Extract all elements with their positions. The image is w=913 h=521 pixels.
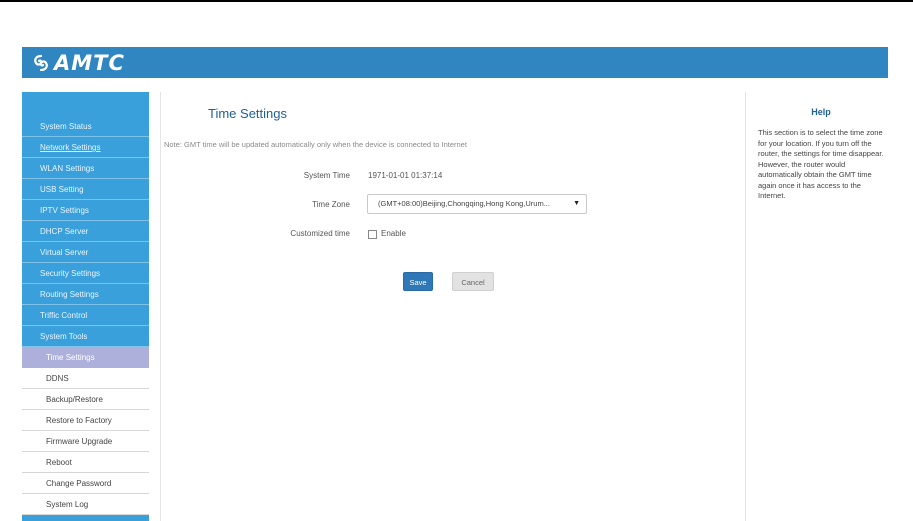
sidebar-item-label: Security Settings: [40, 269, 101, 278]
help-title: Help: [811, 107, 831, 117]
sidebar-subitem-label: Change Password: [46, 479, 112, 488]
dropdown-arrow-icon: ▼: [573, 200, 580, 207]
sidebar-nav: System Status Network Settings WLAN Sett…: [22, 92, 149, 521]
sidebar-item-label: USB Setting: [40, 185, 84, 194]
sidebar-subitem-system-log[interactable]: System Log: [22, 494, 149, 515]
sidebar-item-usb-setting[interactable]: USB Setting: [22, 180, 149, 200]
time-zone-label: Time Zone: [312, 200, 350, 209]
sidebar-subitem-reboot[interactable]: Reboot: [22, 452, 149, 473]
sidebar-item-system-tools[interactable]: System Tools: [22, 327, 149, 347]
sidebar-item-traffic-control[interactable]: Triffic Control: [22, 306, 149, 326]
sidebar-item-label: System Status: [40, 122, 92, 131]
sidebar-item-label: Virtual Server: [40, 248, 89, 257]
main-panel: Time Settings Note: GMT time will be upd…: [160, 92, 746, 521]
sidebar-item-label: Triffic Control: [40, 311, 88, 320]
sidebar-item-iptv-settings[interactable]: IPTV Settings: [22, 201, 149, 221]
logo: AMTC: [32, 50, 125, 75]
sidebar-item-label: System Tools: [40, 332, 88, 341]
help-panel: Help This section is to select the time …: [754, 92, 888, 521]
sidebar-item-wlan-settings[interactable]: WLAN Settings: [22, 159, 149, 179]
save-button[interactable]: Save: [403, 272, 433, 291]
sidebar-subitem-label: Backup/Restore: [46, 395, 103, 404]
sidebar-subitem-label: Firmware Upgrade: [46, 437, 113, 446]
system-time-label: System Time: [303, 171, 350, 180]
sidebar-item-network-settings[interactable]: Network Settings: [22, 138, 149, 158]
sidebar-subitem-firmware-upgrade[interactable]: Firmware Upgrade: [22, 431, 149, 452]
sidebar-item-label: Routing Settings: [40, 290, 99, 299]
gmt-note: Note: GMT time will be updated automatic…: [164, 140, 467, 149]
sidebar-subitem-label: DDNS: [46, 374, 69, 383]
sidebar-subitem-time-settings[interactable]: Time Settings: [22, 347, 149, 368]
sidebar-item-label: Network Settings: [40, 143, 101, 152]
sidebar-item-dhcp-server[interactable]: DHCP Server: [22, 222, 149, 242]
top-border: [0, 0, 913, 2]
sidebar-subitem-label: Reboot: [46, 458, 72, 467]
customized-time-label: Customized time: [290, 229, 350, 238]
page-title: Time Settings: [208, 106, 287, 121]
sidebar-subitem-label: Time Settings: [46, 353, 95, 362]
sidebar-subitem-backup-restore[interactable]: Backup/Restore: [22, 389, 149, 410]
time-zone-selected-value: (GMT+08:00)Beijing,Chongqing,Hong Kong,U…: [378, 199, 550, 208]
sidebar-item-security-settings[interactable]: Security Settings: [22, 264, 149, 284]
sidebar-subitem-restore-factory[interactable]: Restore to Factory: [22, 410, 149, 431]
brand-name: AMTC: [54, 50, 125, 75]
sidebar-item-system-status[interactable]: System Status: [22, 117, 149, 137]
sidebar-subitem-change-password[interactable]: Change Password: [22, 473, 149, 494]
sidebar-subitem-label: System Log: [46, 500, 89, 509]
sidebar-item-label: IPTV Settings: [40, 206, 89, 215]
enable-checkbox[interactable]: [368, 230, 377, 239]
sidebar-subitem-label: Restore to Factory: [46, 416, 112, 425]
sidebar-item-routing-settings[interactable]: Routing Settings: [22, 285, 149, 305]
sidebar-item-label: DHCP Server: [40, 227, 89, 236]
help-text: This section is to select the time zone …: [758, 128, 884, 200]
sidebar-subitem-ddns[interactable]: DDNS: [22, 368, 149, 389]
sidebar-item-virtual-server[interactable]: Virtual Server: [22, 243, 149, 263]
brand-swirl-icon: [34, 54, 48, 71]
sidebar-item-label: WLAN Settings: [40, 164, 95, 173]
system-time-value: 1971-01-01 01:37:14: [368, 171, 443, 180]
enable-label: Enable: [381, 229, 406, 238]
time-zone-select[interactable]: (GMT+08:00)Beijing,Chongqing,Hong Kong,U…: [367, 194, 587, 214]
header-banner: AMTC: [22, 47, 888, 78]
cancel-button[interactable]: Cancel: [452, 272, 494, 291]
